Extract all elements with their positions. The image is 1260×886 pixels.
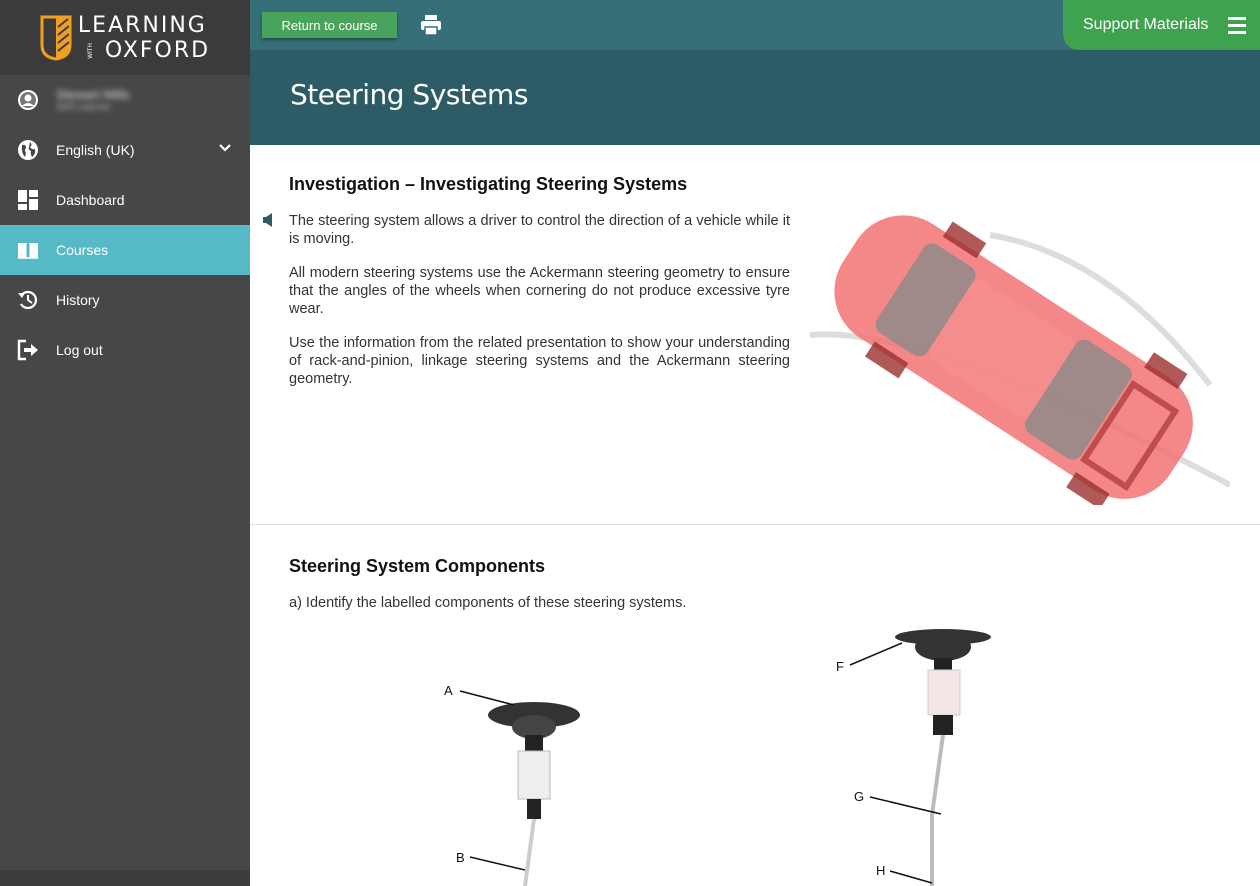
- label-g: G: [854, 789, 864, 804]
- logo[interactable]: LEARNING WITH OXFORD: [0, 0, 250, 75]
- label-f: F: [836, 659, 844, 674]
- sidebar-language-select[interactable]: English (UK): [0, 125, 250, 175]
- investigation-section: Investigation – Investigating Steering S…: [250, 145, 1260, 525]
- paragraph: Use the information from the related pre…: [289, 335, 790, 387]
- history-icon: [0, 289, 56, 311]
- page-title: Steering Systems: [290, 78, 528, 111]
- chevron-down-icon: [219, 144, 231, 152]
- sidebar: LEARNING WITH OXFORD Stewart Mills Self L…: [0, 0, 250, 886]
- sidebar-item-dashboard[interactable]: Dashboard: [0, 175, 250, 225]
- user-name: Stewart Mills: [56, 87, 130, 102]
- label-b: B: [456, 850, 465, 865]
- logout-icon: [0, 339, 56, 361]
- sidebar-item-logout[interactable]: Log out: [0, 325, 250, 375]
- sidebar-item-history[interactable]: History: [0, 275, 250, 325]
- sidebar-item-label: History: [56, 292, 100, 308]
- user-role: Self Learner: [56, 102, 111, 113]
- label-h: H: [876, 863, 885, 878]
- section-heading: Investigation – Investigating Steering S…: [289, 174, 688, 194]
- sidebar-footer: [0, 870, 250, 886]
- return-to-course-button[interactable]: Return to course: [262, 12, 397, 38]
- globe-icon: [0, 139, 56, 161]
- speaker-icon[interactable]: [262, 213, 274, 227]
- steering-diagram-2: F G H: [836, 629, 991, 886]
- logo-line1: LEARNING: [77, 12, 207, 38]
- sidebar-item-label: Log out: [56, 342, 103, 358]
- sidebar-item-label: Dashboard: [56, 192, 125, 208]
- paragraph: The steering system allows a driver to c…: [289, 213, 790, 247]
- main-content: Investigation – Investigating Steering S…: [250, 145, 1260, 886]
- book-icon: [0, 239, 56, 261]
- instruction-text: a) Identify the labelled components of t…: [289, 595, 687, 611]
- support-materials-button[interactable]: Support Materials: [1063, 0, 1260, 50]
- label-a: A: [444, 683, 453, 698]
- hamburger-icon[interactable]: [1228, 17, 1246, 38]
- print-icon[interactable]: [420, 14, 442, 36]
- support-materials-label: Support Materials: [1083, 16, 1209, 33]
- shield-logo-icon: [40, 15, 72, 61]
- sidebar-item-label: Courses: [56, 242, 109, 258]
- page-header: Steering Systems: [250, 50, 1260, 145]
- dashboard-icon: [0, 189, 56, 211]
- section-heading: Steering System Components: [289, 556, 546, 576]
- user-circle-icon: [0, 89, 56, 111]
- paragraph: All modern steering systems use the Acke…: [289, 265, 790, 317]
- sidebar-user[interactable]: Stewart Mills Self Learner: [0, 75, 250, 125]
- steering-diagram-1: A B: [444, 683, 580, 886]
- logo-with: WITH: [86, 42, 94, 59]
- car-steering-illustration: [810, 215, 1230, 505]
- sidebar-item-courses[interactable]: Courses: [0, 225, 250, 275]
- logo-line2: OXFORD: [104, 37, 211, 63]
- language-label: English (UK): [56, 142, 135, 158]
- top-bar: Return to course Support Materials: [250, 0, 1260, 50]
